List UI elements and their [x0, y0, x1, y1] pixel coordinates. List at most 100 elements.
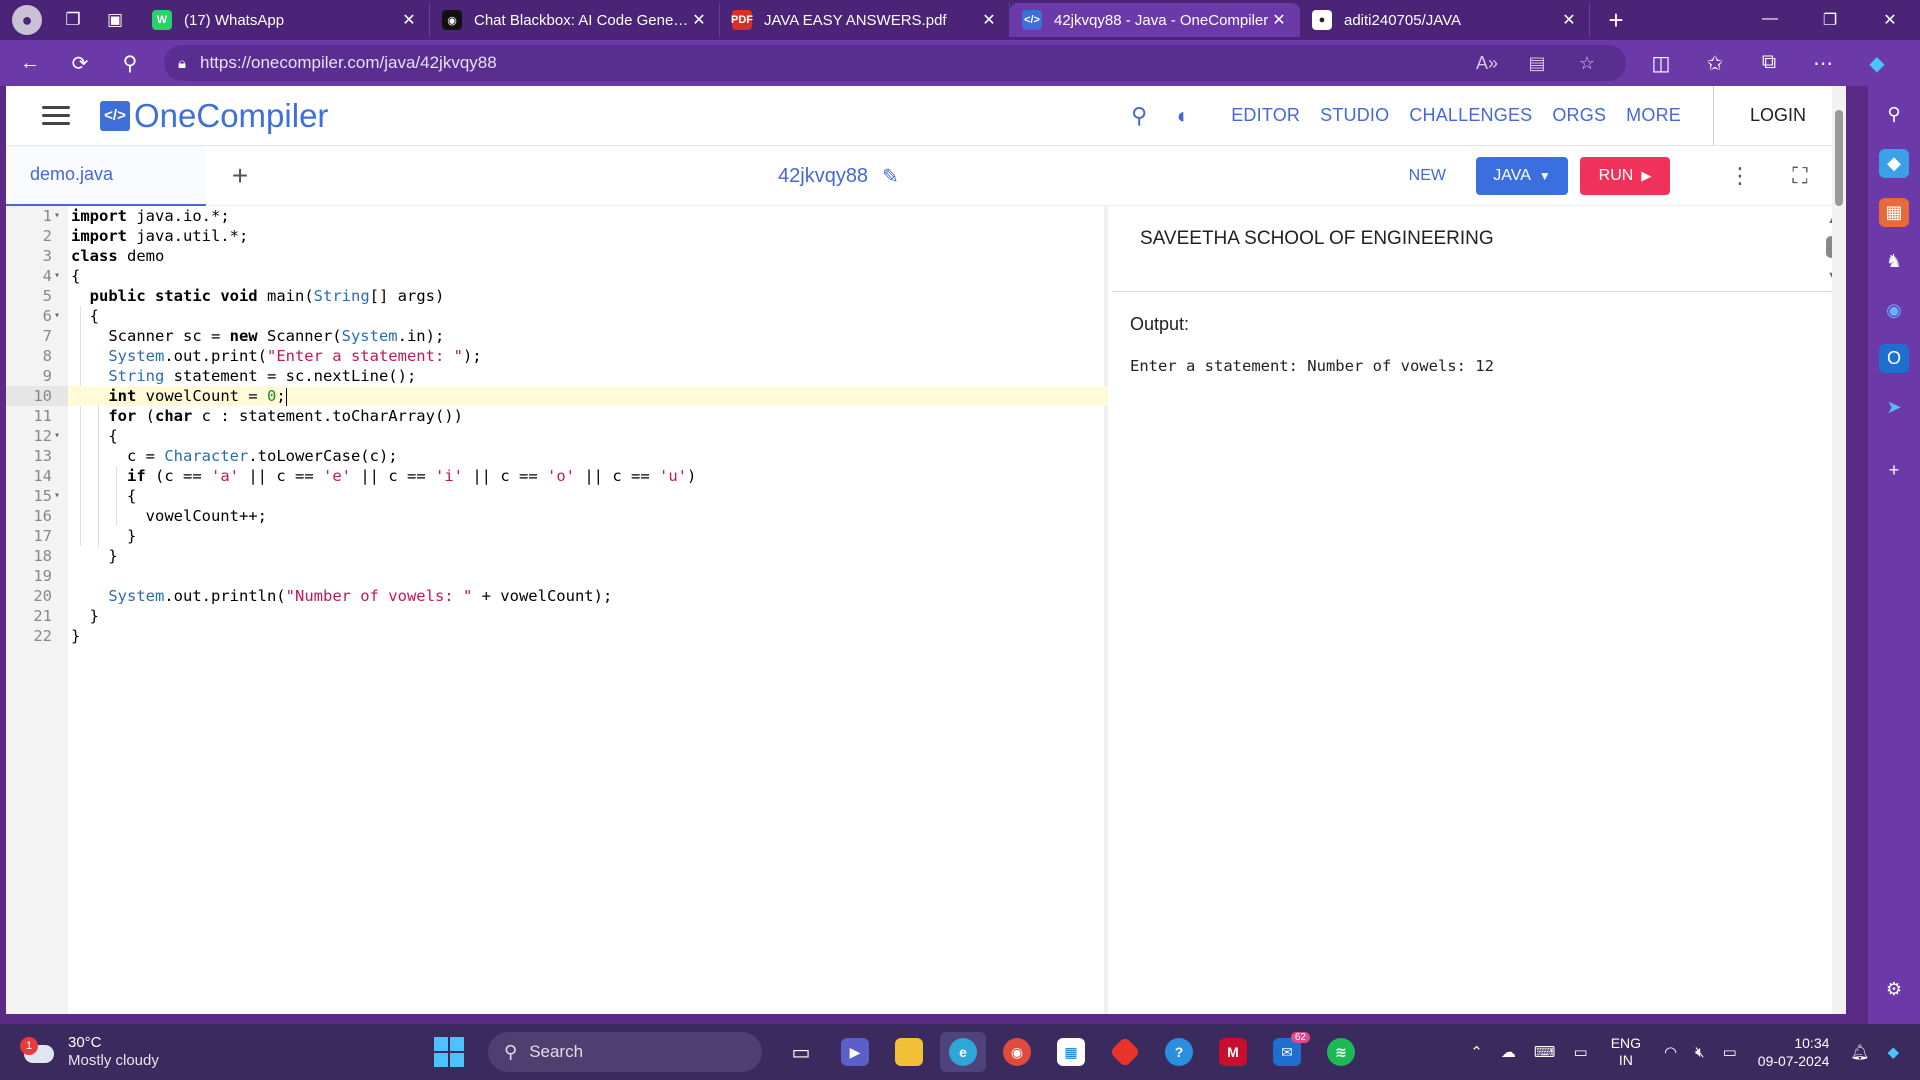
tray-chevron-up-icon[interactable]: ⌃ [1470, 1043, 1483, 1061]
spotify-icon[interactable]: ≋ [1318, 1032, 1364, 1072]
close-tab-icon[interactable]: ✕ [399, 10, 419, 30]
page-scrollbar-thumb[interactable] [1835, 110, 1843, 206]
edge-icon[interactable]: e [940, 1032, 986, 1072]
new-tab-button[interactable]: + [1598, 5, 1634, 36]
code-line[interactable]: 3 class demo [6, 246, 1108, 266]
back-icon[interactable]: ← [10, 45, 50, 81]
code-line[interactable]: 2 import java.util.*; [6, 226, 1108, 246]
weather-widget[interactable]: 1 30°C Mostly cloudy [20, 1034, 402, 1070]
address-bar[interactable]: 🔒︎ https://onecompiler.com/java/42jkvqy8… [164, 45, 1626, 81]
profile-avatar-icon[interactable]: ● [12, 5, 42, 35]
browser-tab[interactable]: W (17) WhatsApp ✕ [140, 3, 430, 37]
code-line[interactable]: 22} [6, 626, 1108, 646]
file-tab-demo-java[interactable]: demo.java [6, 145, 206, 206]
code-line[interactable]: 11 for (char c : statement.toCharArray()… [6, 406, 1108, 426]
meet-icon[interactable]: ▶ [832, 1032, 878, 1072]
code-line[interactable]: 8 System.out.print("Enter a statement: "… [6, 346, 1108, 366]
sidebar-games-icon[interactable]: ♞ [1879, 247, 1909, 276]
immersive-reader-icon[interactable]: ▤ [1512, 53, 1562, 74]
code-line[interactable]: 9 String statement = sc.nextLine(); [6, 366, 1108, 386]
windows-start-icon[interactable] [434, 1037, 464, 1067]
page-scrollbar[interactable] [1832, 86, 1846, 1014]
copilot-icon[interactable]: ◆ [1850, 51, 1904, 76]
browser-tab[interactable]: ● aditi240705/JAVA ✕ [1300, 3, 1590, 37]
code-line[interactable]: 4 ▾ { [6, 266, 1108, 286]
close-tab-icon[interactable]: ✕ [1559, 10, 1579, 30]
sidebar-search-icon[interactable]: ⚲ [1879, 100, 1909, 129]
code-line[interactable]: 20 System.out.println("Number of vowels:… [6, 586, 1108, 606]
clock[interactable]: 10:34 09-07-2024 [1758, 1034, 1830, 1070]
code-line[interactable]: 18 } [6, 546, 1108, 566]
new-button[interactable]: NEW [1409, 167, 1446, 185]
tray-keyboard-icon[interactable]: ⌨ [1534, 1043, 1556, 1061]
code-id[interactable]: 42jkvqy88 ✎ [778, 146, 899, 206]
pencil-icon[interactable]: ✎ [882, 164, 899, 189]
tray-onedrive-icon[interactable]: ☁ [1501, 1043, 1516, 1061]
taskbar-search[interactable]: ⚲ Search [488, 1032, 762, 1072]
task-view-icon[interactable]: ▭ [778, 1032, 824, 1072]
tray-display-icon[interactable]: ▭ [1574, 1043, 1588, 1061]
browser-tab[interactable]: ◉ Chat Blackbox: AI Code Generati ✕ [430, 3, 720, 37]
file-explorer-icon[interactable] [886, 1032, 932, 1072]
code-line[interactable]: 7 Scanner sc = new Scanner(System.in); [6, 326, 1108, 346]
mcafee-icon[interactable]: M [1210, 1032, 1256, 1072]
stdin-input[interactable]: SAVEETHA SCHOOL OF ENGINEERING ▲ ▼ [1112, 206, 1846, 292]
minimize-icon[interactable]: — [1740, 10, 1800, 30]
theme-toggle-icon[interactable]: ◐ [1161, 103, 1205, 129]
sidebar-m365-icon[interactable]: ◉ [1879, 296, 1909, 325]
code-line[interactable]: 10 int vowelCount = 0; [6, 386, 1108, 406]
battery-icon[interactable]: ▭ [1723, 1043, 1737, 1061]
close-window-icon[interactable]: ✕ [1860, 10, 1920, 30]
browser-tab[interactable]: </> 42jkvqy88 - Java - OneCompiler ✕ [1010, 3, 1300, 37]
kebab-menu-icon[interactable]: ⋮ [1720, 163, 1760, 189]
more-options-icon[interactable]: ⋯ [1796, 51, 1850, 76]
search-icon[interactable]: ⚲ [110, 45, 150, 81]
app-red-icon[interactable] [1102, 1032, 1148, 1072]
fold-arrow-icon[interactable]: ▾ [54, 206, 60, 226]
read-aloud-icon[interactable]: A» [1462, 53, 1512, 74]
close-tab-icon[interactable]: ✕ [689, 10, 709, 30]
mail-icon[interactable]: ✉ 62 [1264, 1032, 1310, 1072]
fold-arrow-icon[interactable]: ▾ [54, 306, 60, 326]
language-select[interactable]: JAVA ▼ [1476, 156, 1568, 195]
code-line[interactable]: 15 ▾ { [6, 486, 1108, 506]
code-line[interactable]: 14 if (c == 'a' || c == 'e' || c == 'i' … [6, 466, 1108, 486]
notification-bell-icon[interactable]: 🔔︎ [1850, 1043, 1869, 1061]
login-button[interactable]: LOGIN [1712, 86, 1846, 145]
code-line[interactable]: 19 [6, 566, 1108, 586]
site-logo[interactable]: </> OneCompiler [100, 97, 328, 135]
fullscreen-icon[interactable]: ⛶ [1780, 163, 1820, 189]
url-text[interactable]: https://onecompiler.com/java/42jkvqy88 [200, 53, 1462, 73]
copilot-taskbar-icon[interactable]: ◆ [1887, 1043, 1899, 1061]
nav-more[interactable]: MORE [1626, 105, 1681, 126]
menu-icon[interactable] [42, 106, 70, 125]
code-line[interactable]: 5 public static void main(String[] args) [6, 286, 1108, 306]
code-line[interactable]: 1 ▾ import java.io.*; [6, 206, 1108, 226]
code-line[interactable]: 17 } [6, 526, 1108, 546]
code-editor[interactable]: 1 ▾ import java.io.*; 2 import java.util.*; 3… [6, 206, 1108, 1014]
language-indicator[interactable]: ENG IN [1611, 1035, 1641, 1069]
refresh-icon[interactable]: ⟳ [60, 45, 100, 81]
volume-muted-icon[interactable]: 🔇︎ [1695, 1044, 1704, 1061]
sidebar-send-icon[interactable]: ➤ [1879, 393, 1909, 422]
help-icon[interactable]: ? [1156, 1032, 1202, 1072]
wifi-icon[interactable]: ◠ [1664, 1043, 1677, 1061]
close-tab-icon[interactable]: ✕ [1269, 10, 1289, 30]
favorite-star-icon[interactable]: ☆ [1562, 53, 1612, 74]
fold-arrow-icon[interactable]: ▾ [54, 486, 60, 506]
close-tab-icon[interactable]: ✕ [979, 10, 999, 30]
stdin-text[interactable]: SAVEETHA SCHOOL OF ENGINEERING [1140, 228, 1494, 249]
sidebar-settings-icon[interactable]: ⚙ [1879, 975, 1909, 1004]
workspaces-icon[interactable]: ❐ [56, 3, 90, 37]
code-line[interactable]: 6 ▾ { [6, 306, 1108, 326]
nav-orgs[interactable]: ORGS [1552, 105, 1606, 126]
fold-arrow-icon[interactable]: ▾ [54, 266, 60, 286]
sidebar-add-icon[interactable]: + [1879, 456, 1909, 485]
sidebar-outlook-icon[interactable]: O [1879, 344, 1909, 374]
code-line[interactable]: 21 } [6, 606, 1108, 626]
sidebar-shopping-icon[interactable]: ◆ [1879, 148, 1909, 178]
code-line[interactable]: 16 vowelCount++; [6, 506, 1108, 526]
code-line[interactable]: 12 ▾ { [6, 426, 1108, 446]
run-button[interactable]: RUN ▶ [1580, 156, 1670, 195]
restore-icon[interactable]: ❐ [1800, 10, 1860, 30]
